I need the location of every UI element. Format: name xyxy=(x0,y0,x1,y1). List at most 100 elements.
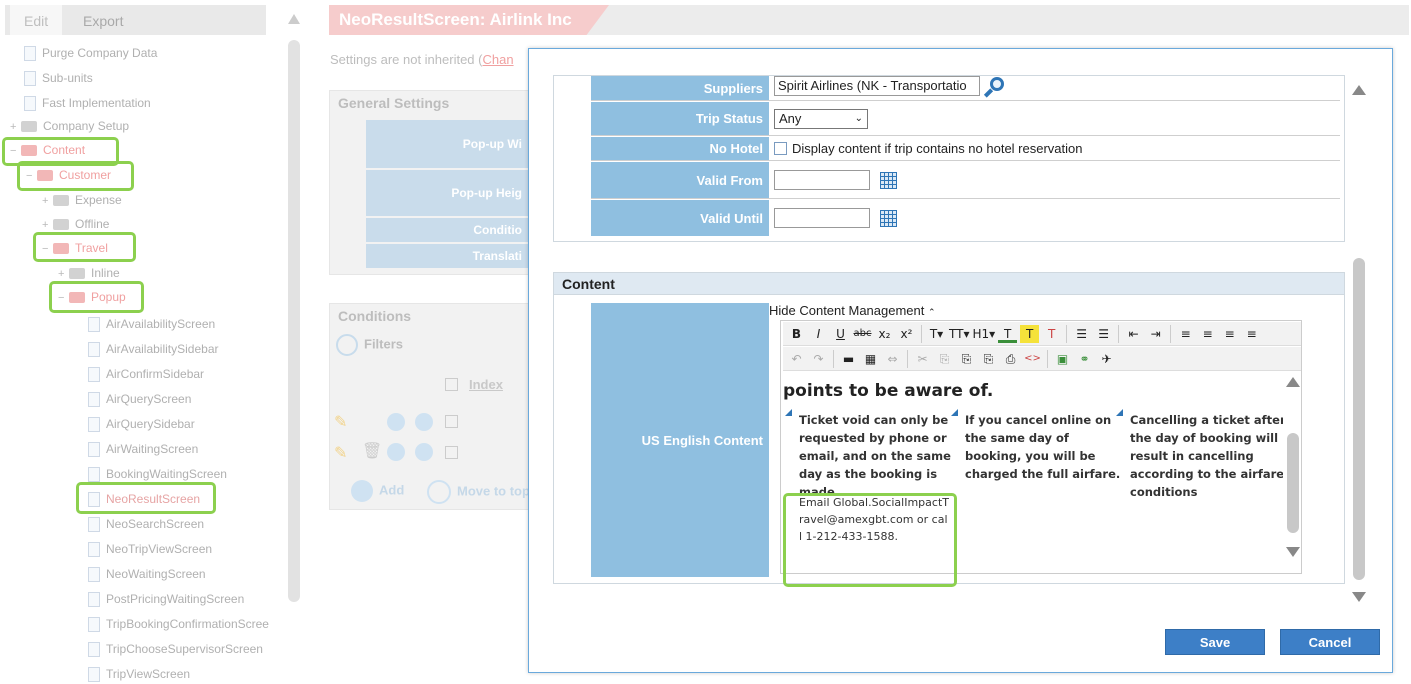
suppliers-input[interactable]: Spirit Airlines (NK - Transportatio xyxy=(774,76,980,96)
tree-item-bookingwaitingscreen[interactable]: BookingWaitingScreen xyxy=(88,464,227,484)
paste-button[interactable]: ⎘ xyxy=(957,350,976,368)
highlight-travel xyxy=(33,232,136,262)
editor-toolbar-row2: ↶ ↷ ▬ ▦ ⇔ ✂ ⎘ ⎘ ⎘ ⎙ <> ▣ ⚭ ✈ xyxy=(783,347,1301,371)
heading-button[interactable]: H1▾ xyxy=(972,325,995,343)
align-center-button[interactable]: ≡ xyxy=(1198,325,1217,343)
tree-scrollbar[interactable] xyxy=(288,40,300,602)
search-icon[interactable] xyxy=(983,76,1006,98)
tab-edit[interactable]: Edit xyxy=(10,5,63,35)
scroll-up-icon[interactable] xyxy=(1286,377,1300,387)
tree-item-fast-implementation[interactable]: Fast Implementation xyxy=(24,93,151,113)
tree-item-airavailabilityscreen[interactable]: AirAvailabilityScreen xyxy=(88,314,215,334)
tree-scroll-up-icon[interactable] xyxy=(288,14,300,24)
tree-item-expense[interactable]: + Expense xyxy=(42,190,122,210)
add-button[interactable]: Add xyxy=(351,480,404,502)
scroll-down-icon[interactable] xyxy=(1286,547,1300,557)
row-checkbox[interactable] xyxy=(445,446,458,459)
edit-pencil-icon[interactable]: ✎ xyxy=(334,412,347,432)
image-button[interactable]: ▣ xyxy=(1053,350,1072,368)
move-down-icon[interactable] xyxy=(415,413,433,431)
clear-format-button[interactable]: T xyxy=(1042,325,1061,343)
calendar-icon[interactable] xyxy=(880,209,897,227)
filters-button[interactable]: Filters xyxy=(336,334,403,356)
text-color-button[interactable]: T xyxy=(998,325,1018,343)
font-family-button[interactable]: T▾ xyxy=(927,325,946,343)
modal-scrollbar[interactable] xyxy=(1351,75,1367,605)
redo-button[interactable]: ↷ xyxy=(809,350,828,368)
table-button[interactable]: ▦ xyxy=(861,350,880,368)
file-icon xyxy=(88,592,100,608)
outdent-button[interactable]: ⇤ xyxy=(1124,325,1143,343)
tree-item-airwaitingscreen[interactable]: AirWaitingScreen xyxy=(88,439,198,459)
tree-item-tripviewscreen[interactable]: TripViewScreen xyxy=(88,664,190,684)
trip-status-select[interactable]: Any ⌄ xyxy=(774,108,868,129)
move-down-icon[interactable] xyxy=(415,443,433,461)
indent-button[interactable]: ⇥ xyxy=(1146,325,1165,343)
hide-content-management-link[interactable]: Hide Content Management ⌃ xyxy=(769,303,936,318)
cut-button[interactable]: ✂ xyxy=(913,350,932,368)
italic-button[interactable]: I xyxy=(809,325,828,343)
tree-item-company-setup[interactable]: + Company Setup xyxy=(10,116,129,136)
tree-item-airquerysidebar[interactable]: AirQuerySidebar xyxy=(88,414,195,434)
unlink-button[interactable]: ⇔ xyxy=(883,350,902,368)
edit-pencil-icon[interactable]: ✎ xyxy=(334,443,347,463)
underline-button[interactable]: U xyxy=(831,325,850,343)
tree-item-neotripviewscreen[interactable]: NeoTripViewScreen xyxy=(88,539,212,559)
editor-scrollbar[interactable] xyxy=(1286,373,1300,569)
file-icon xyxy=(88,517,100,533)
valid-from-input[interactable] xyxy=(774,170,870,190)
tree-item-airavailabilitysidebar[interactable]: AirAvailabilitySidebar xyxy=(88,339,219,359)
tree-item-purge[interactable]: Purge Company Data xyxy=(24,43,157,63)
scroll-up-icon[interactable] xyxy=(1352,85,1366,95)
font-size-button[interactable]: TT▾ xyxy=(949,325,969,343)
align-right-button[interactable]: ≡ xyxy=(1220,325,1239,343)
paste-text-button[interactable]: ⎘ xyxy=(979,350,998,368)
index-column-header[interactable]: Index xyxy=(469,377,503,392)
link-button[interactable]: ⚭ xyxy=(1075,350,1094,368)
translation-label: Translati xyxy=(366,244,528,268)
tree-item-postpricingwaitingscreen[interactable]: PostPricingWaitingScreen xyxy=(88,589,244,609)
tree-item-airqueryscreen[interactable]: AirQueryScreen xyxy=(88,389,191,409)
numbered-list-button[interactable]: ☰ xyxy=(1094,325,1113,343)
tree-item-inline[interactable]: + Inline xyxy=(58,263,120,283)
align-left-button[interactable]: ≡ xyxy=(1176,325,1195,343)
bold-button[interactable]: B xyxy=(787,325,806,343)
save-button[interactable]: Save xyxy=(1165,629,1265,655)
tree-item-subunits[interactable]: Sub-units xyxy=(24,68,93,88)
tree-item-neowaitingscreen[interactable]: NeoWaitingScreen xyxy=(88,564,206,584)
tree-item-offline[interactable]: + Offline xyxy=(42,214,109,234)
expand-icon[interactable]: + xyxy=(42,191,51,211)
tab-export[interactable]: Export xyxy=(69,5,137,35)
tree-item-tripbookingconfirmationscreen[interactable]: TripBookingConfirmationScree xyxy=(88,614,284,634)
subscript-button[interactable]: x₂ xyxy=(875,325,894,343)
tree-item-tripchoosesupervisorscreen[interactable]: TripChooseSupervisorScreen xyxy=(88,639,263,659)
source-code-button[interactable]: <> xyxy=(1023,350,1042,368)
strikethrough-button[interactable]: abc xyxy=(853,325,872,343)
calendar-icon[interactable] xyxy=(880,171,897,189)
undo-button[interactable]: ↶ xyxy=(787,350,806,368)
justify-button[interactable]: ≡ xyxy=(1242,325,1261,343)
move-up-icon[interactable] xyxy=(387,413,405,431)
superscript-button[interactable]: x² xyxy=(897,325,916,343)
print-button[interactable]: ⎙ xyxy=(1001,350,1020,368)
airplane-icon[interactable]: ✈ xyxy=(1097,350,1116,368)
expand-icon[interactable]: + xyxy=(10,117,19,137)
move-up-icon[interactable] xyxy=(387,443,405,461)
change-link[interactable]: Chan xyxy=(482,52,513,67)
tree-item-neosearchscreen[interactable]: NeoSearchScreen xyxy=(88,514,204,534)
no-hotel-checkbox[interactable] xyxy=(774,142,787,155)
copy-button[interactable]: ⎘ xyxy=(935,350,954,368)
us-english-content-label: US English Content xyxy=(591,303,769,577)
scroll-down-icon[interactable] xyxy=(1352,592,1366,602)
bulleted-list-button[interactable]: ☰ xyxy=(1072,325,1091,343)
select-all-checkbox[interactable] xyxy=(445,378,458,391)
file-icon xyxy=(88,567,100,583)
row-checkbox[interactable] xyxy=(445,415,458,428)
tree-item-airconfirmsidebar[interactable]: AirConfirmSidebar xyxy=(88,364,204,384)
valid-until-input[interactable] xyxy=(774,208,870,228)
cancel-button[interactable]: Cancel xyxy=(1280,629,1380,655)
move-to-top-button[interactable]: Move to top xyxy=(427,480,530,504)
highlight-button[interactable]: T xyxy=(1020,324,1040,343)
horizontal-rule-button[interactable]: ▬ xyxy=(839,350,858,368)
trash-icon[interactable]: 🗑 xyxy=(362,441,382,461)
